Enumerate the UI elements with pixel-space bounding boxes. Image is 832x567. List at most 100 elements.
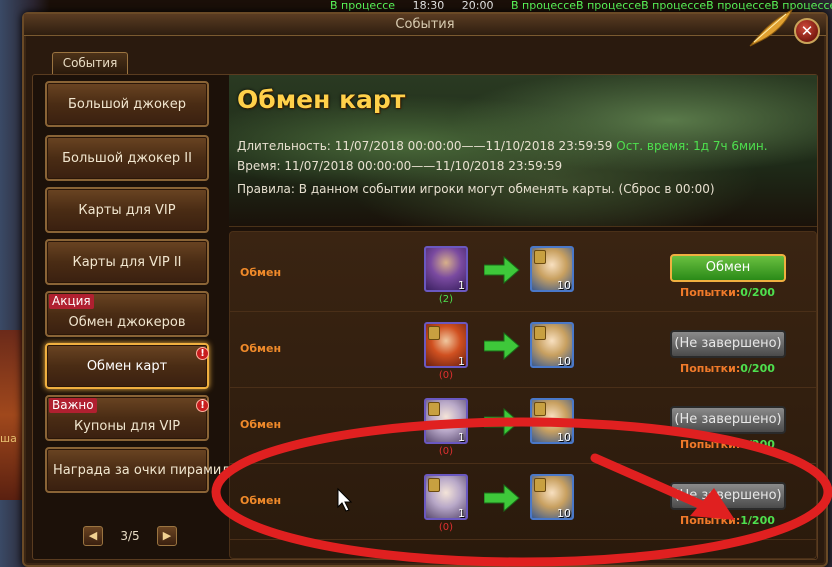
rules-value: В данном событии игроки могут обменять к… bbox=[298, 182, 715, 196]
not-completed-button[interactable]: (Не завершено) bbox=[670, 406, 786, 434]
receive-card-icon[interactable]: 10 bbox=[530, 246, 574, 292]
exchange-row-label: Обмен bbox=[240, 494, 282, 507]
give-card-quantity: 1 bbox=[458, 431, 465, 444]
receive-card-quantity: 10 bbox=[557, 355, 571, 368]
promo-badge: Акция bbox=[49, 294, 94, 309]
exchange-row: Обмен 1 (0) 10 (Не завершено) Попытки:1/200 bbox=[230, 464, 816, 540]
events-window: События ✕ События Большой джокер Большой… bbox=[22, 8, 828, 567]
attempts-label: Попытки: bbox=[680, 514, 741, 527]
event-rules: Правила: В данном событии игроки могут о… bbox=[237, 182, 715, 196]
sidebar-item-label: Большой джокер bbox=[67, 96, 187, 112]
attempts-label: Попытки: bbox=[680, 438, 741, 451]
exchange-row-label: Обмен bbox=[240, 418, 282, 431]
card-rank-icon bbox=[428, 402, 440, 416]
exchange-row-label: Обмен bbox=[240, 342, 282, 355]
attempts-value: 0/200 bbox=[740, 286, 775, 299]
receive-card-icon[interactable]: 10 bbox=[530, 322, 574, 368]
owned-count: (0) bbox=[438, 370, 454, 381]
event-time: Время: 11/07/2018 00:00:00——11/10/2018 2… bbox=[237, 159, 562, 173]
exchange-arrow-icon bbox=[484, 332, 520, 360]
receive-card-icon[interactable]: 10 bbox=[530, 398, 574, 444]
attempts-label: Попытки: bbox=[680, 286, 741, 299]
sidebar-item-joker-exchange[interactable]: Акция Обмен джокеров bbox=[45, 291, 209, 337]
time-value: 11/07/2018 00:00:00——11/10/2018 23:59:59 bbox=[284, 159, 563, 173]
receive-card-quantity: 10 bbox=[557, 431, 571, 444]
background-text-fragment: ша bbox=[0, 432, 17, 445]
attempts-counter: Попытки:1/200 bbox=[680, 514, 775, 527]
window-title: События bbox=[395, 17, 455, 32]
card-rank-icon bbox=[534, 250, 546, 264]
prev-page-button[interactable]: ◀ bbox=[83, 526, 103, 546]
sidebar-pager: ◀ 3/5 ▶ bbox=[83, 525, 177, 547]
receive-card-quantity: 10 bbox=[557, 279, 571, 292]
card-rank-icon bbox=[428, 478, 440, 492]
give-card-icon[interactable]: 1 bbox=[424, 322, 468, 368]
alert-icon: ! bbox=[196, 399, 209, 412]
duration-value: 11/07/2018 00:00:00——11/10/2018 23:59:59 bbox=[334, 139, 613, 153]
sidebar-item-pyramid-reward[interactable]: Награда за очки пирамид bbox=[45, 447, 230, 493]
give-card-quantity: 1 bbox=[458, 507, 465, 520]
important-badge: Важно bbox=[49, 398, 97, 413]
next-page-button[interactable]: ▶ bbox=[157, 526, 177, 546]
status-item: В процессе bbox=[330, 0, 396, 12]
card-rank-icon bbox=[534, 478, 546, 492]
attempts-value: 1/200 bbox=[740, 514, 775, 527]
card-rank-icon bbox=[428, 326, 440, 340]
owned-count: (2) bbox=[438, 294, 454, 305]
attempts-value: 0/200 bbox=[740, 438, 775, 451]
exchange-row: Обмен 1 (0) 10 (Не завершено) Попытки:0/200 bbox=[230, 388, 816, 464]
sidebar-item-vip-cards[interactable]: Карты для VIP bbox=[45, 187, 209, 233]
sidebar-item-label: Обмен джокеров bbox=[68, 314, 186, 330]
time-label: Время: bbox=[237, 159, 281, 173]
give-card-quantity: 1 bbox=[458, 279, 465, 292]
exchange-row: Обмен 1 (2) 10 Обмен Попытки:0/200 bbox=[230, 236, 816, 312]
event-duration: Длительность: 11/07/2018 00:00:00——11/10… bbox=[237, 139, 768, 153]
sidebar-item-vip-coupons[interactable]: Важно Купоны для VIP ! bbox=[45, 395, 209, 441]
attempts-counter: Попытки:0/200 bbox=[680, 286, 775, 299]
exchange-arrow-icon bbox=[484, 484, 520, 512]
card-rank-icon bbox=[534, 326, 546, 340]
sidebar-item-label: Большой джокер II bbox=[62, 150, 192, 166]
attempts-label: Попытки: bbox=[680, 362, 741, 375]
not-completed-button[interactable]: (Не завершено) bbox=[670, 482, 786, 510]
sidebar-item-label: Награда за очки пирамид bbox=[53, 462, 231, 478]
sidebar-item-card-exchange[interactable]: Обмен карт ! bbox=[45, 343, 209, 389]
exchange-arrow-icon bbox=[484, 408, 520, 436]
exchange-list[interactable]: Обмен 1 (2) 10 Обмен Попытки:0/200 Обмен 1 (0) 10… bbox=[229, 231, 817, 559]
close-button[interactable]: ✕ bbox=[794, 18, 820, 44]
status-time-end: 20:00 bbox=[461, 0, 494, 12]
give-card-icon[interactable]: 1 bbox=[424, 398, 468, 444]
sidebar-item-big-joker-ii[interactable]: Большой джокер II bbox=[45, 135, 209, 181]
window-title-bar[interactable]: События bbox=[24, 14, 826, 36]
page-indicator: 3/5 bbox=[120, 529, 140, 543]
event-banner: Обмен карт Длительность: 11/07/2018 00:0… bbox=[229, 75, 817, 227]
card-rank-icon bbox=[534, 402, 546, 416]
give-card-icon[interactable]: 1 bbox=[424, 246, 468, 292]
sidebar-item-label: Карты для VIP bbox=[78, 202, 176, 218]
exchange-button[interactable]: Обмен bbox=[670, 254, 786, 282]
receive-card-quantity: 10 bbox=[557, 507, 571, 520]
event-title: Обмен карт bbox=[237, 85, 406, 114]
status-time-start: 18:30 bbox=[412, 0, 445, 12]
exchange-row-label: Обмен bbox=[240, 266, 282, 279]
sidebar-item-label: Карты для VIP II bbox=[72, 254, 182, 270]
receive-card-icon[interactable]: 10 bbox=[530, 474, 574, 520]
events-panel: Большой джокер Большой джокер II Карты д… bbox=[32, 74, 818, 560]
exchange-row: Обмен 1 (0) 10 (Не завершено) Попытки:0/200 bbox=[230, 312, 816, 388]
sidebar-item-big-joker[interactable]: Большой джокер bbox=[45, 81, 209, 127]
alert-icon: ! bbox=[196, 347, 209, 360]
give-card-icon[interactable]: 1 bbox=[424, 474, 468, 520]
not-completed-button[interactable]: (Не завершено) bbox=[670, 330, 786, 358]
owned-count: (0) bbox=[438, 446, 454, 457]
attempts-value: 0/200 bbox=[740, 362, 775, 375]
remaining-time: Ост. время: 1д 7ч 6мин. bbox=[616, 139, 768, 153]
attempts-counter: Попытки:0/200 bbox=[680, 438, 775, 451]
sidebar-item-vip-cards-ii[interactable]: Карты для VIP II bbox=[45, 239, 209, 285]
quill-decoration-icon bbox=[749, 8, 794, 47]
tab-events[interactable]: События bbox=[52, 52, 128, 74]
duration-label: Длительность: bbox=[237, 139, 331, 153]
attempts-counter: Попытки:0/200 bbox=[680, 362, 775, 375]
give-card-quantity: 1 bbox=[458, 355, 465, 368]
rules-label: Правила: bbox=[237, 182, 295, 196]
exchange-arrow-icon bbox=[484, 256, 520, 284]
